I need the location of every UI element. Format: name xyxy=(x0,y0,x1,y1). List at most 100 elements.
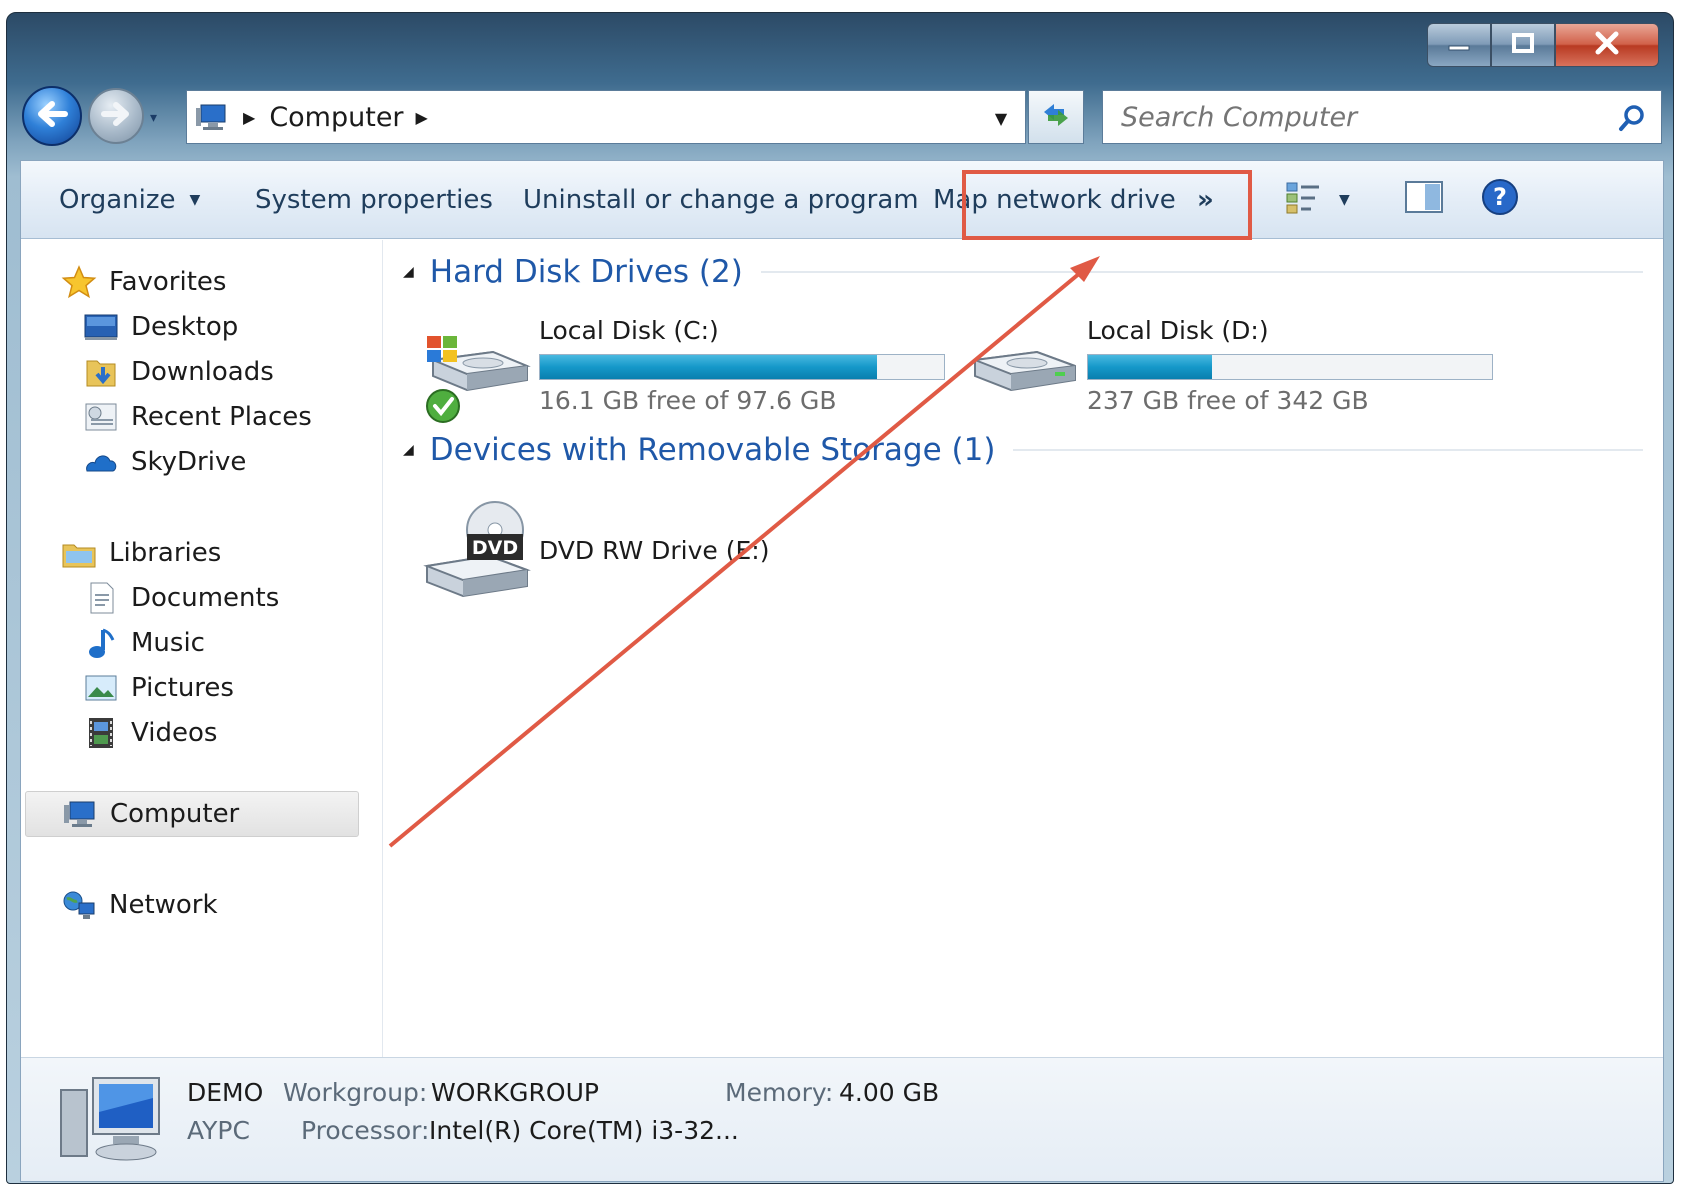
details-pane: DEMO AYPC Workgroup: WORKGROUP Memory: 4… xyxy=(21,1057,1663,1181)
drive-d[interactable]: Local Disk (D:) 237 GB free of 342 GB xyxy=(971,316,1511,426)
group-title: Hard Disk Drives (2) xyxy=(429,254,743,290)
change-view-icon xyxy=(1285,179,1325,222)
sidebar-item-libraries[interactable]: Libraries xyxy=(61,533,221,573)
address-dropdown-button[interactable]: ▼ xyxy=(983,101,1019,135)
sidebar-item-network[interactable]: Network xyxy=(61,885,218,925)
workgroup-label: Workgroup: xyxy=(283,1078,428,1107)
processor-label: Processor: xyxy=(301,1116,430,1145)
sidebar-item-label: Documents xyxy=(131,583,280,613)
sidebar-item-favorites[interactable]: Favorites xyxy=(61,262,226,302)
explorer-client-area: Organize ▼ System properties Uninstall o… xyxy=(20,160,1664,1182)
videos-icon xyxy=(83,716,119,750)
sidebar-item-label: Libraries xyxy=(109,538,222,568)
help-button[interactable]: ? xyxy=(1481,161,1519,239)
hard-drive-icon xyxy=(971,316,1081,426)
sidebar-item-videos[interactable]: Videos xyxy=(83,713,217,753)
search-box[interactable] xyxy=(1102,90,1662,144)
recent-places-icon xyxy=(83,400,119,434)
sidebar-item-label: Desktop xyxy=(131,312,239,342)
change-view-button[interactable]: ▼ xyxy=(1285,161,1350,239)
sidebar-item-label: Music xyxy=(131,628,205,658)
refresh-button[interactable] xyxy=(1028,90,1084,144)
address-location[interactable]: Computer xyxy=(269,102,403,133)
maximize-icon xyxy=(1511,32,1535,58)
organize-label: Organize xyxy=(59,185,176,215)
music-icon xyxy=(83,626,119,660)
computer-icon xyxy=(62,797,98,831)
sidebar-item-skydrive[interactable]: SkyDrive xyxy=(83,442,246,482)
downloads-icon xyxy=(83,355,119,389)
sidebar-item-label: SkyDrive xyxy=(131,447,247,477)
minimize-icon xyxy=(1447,36,1471,55)
forward-button[interactable] xyxy=(88,88,144,144)
sidebar-item-desktop[interactable]: Desktop xyxy=(83,307,238,347)
collapse-triangle-icon[interactable]: ◢ xyxy=(403,442,414,458)
system-drive-icon xyxy=(423,316,533,426)
search-icon[interactable] xyxy=(1617,103,1647,133)
collapse-triangle-icon[interactable]: ◢ xyxy=(403,264,414,280)
preview-pane-icon xyxy=(1405,180,1443,220)
capacity-bar xyxy=(539,354,945,380)
capacity-bar-fill xyxy=(540,355,878,379)
help-icon: ? xyxy=(1481,178,1519,223)
explorer-screenshot: ▾ ▶ Computer ▶ ▼ Organize ▼ System prope… xyxy=(0,0,1682,1185)
sidebar-item-label: Downloads xyxy=(131,357,274,387)
free-space-text: 237 GB free of 342 GB xyxy=(1087,386,1369,415)
computer-icon xyxy=(195,102,231,132)
drive-c[interactable]: Local Disk (C:) 16.1 GB free of 97.6 GB xyxy=(423,316,963,426)
group-header-hard-disk-drives[interactable]: ◢ Hard Disk Drives (2) xyxy=(403,250,1643,294)
user-name: AYPC xyxy=(187,1116,250,1145)
highlight-box xyxy=(962,170,1252,240)
computer-large-icon xyxy=(57,1072,169,1174)
group-divider xyxy=(760,271,1643,273)
sidebar-item-documents[interactable]: Documents xyxy=(83,578,279,618)
content-pane: ◢ Hard Disk Drives (2) Local Disk (C:) 1… xyxy=(385,240,1663,1057)
command-bar: Organize ▼ System properties Uninstall o… xyxy=(21,161,1663,239)
memory-label: Memory: xyxy=(725,1078,834,1107)
drive-name: Local Disk (C:) xyxy=(539,316,719,345)
preview-pane-button[interactable] xyxy=(1405,161,1443,239)
sidebar-item-recent-places[interactable]: Recent Places xyxy=(83,397,312,437)
maximize-button[interactable] xyxy=(1491,23,1555,67)
address-separator-trailing[interactable]: ▶ xyxy=(416,108,428,127)
skydrive-icon xyxy=(83,445,119,479)
back-button[interactable] xyxy=(22,86,82,146)
caption-buttons xyxy=(1427,23,1659,67)
pictures-icon xyxy=(83,671,119,705)
group-header-removable-storage[interactable]: ◢ Devices with Removable Storage (1) xyxy=(403,428,1643,472)
svg-text:?: ? xyxy=(1493,183,1507,211)
libraries-icon xyxy=(61,536,97,570)
address-bar[interactable]: ▶ Computer ▶ ▼ xyxy=(186,90,1026,144)
uninstall-program-button[interactable]: Uninstall or change a program xyxy=(523,161,919,239)
sidebar-item-label: Computer xyxy=(110,799,240,829)
group-divider xyxy=(1013,449,1643,451)
navigation-pane: Favorites Desktop Downloads Recent Place… xyxy=(21,240,383,1057)
drive-e[interactable]: DVD DVD RW Drive (E:) xyxy=(423,498,843,608)
close-button[interactable] xyxy=(1555,23,1659,67)
group-title: Devices with Removable Storage (1) xyxy=(429,432,996,468)
dvd-badge: DVD xyxy=(472,537,518,559)
network-icon xyxy=(61,888,97,922)
free-space-text: 16.1 GB free of 97.6 GB xyxy=(539,386,837,415)
sidebar-item-label: Videos xyxy=(131,718,218,748)
back-arrow-icon xyxy=(35,99,69,133)
refresh-icon xyxy=(1038,100,1074,134)
sidebar-item-pictures[interactable]: Pictures xyxy=(83,668,234,708)
workgroup-value: WORKGROUP xyxy=(431,1078,599,1107)
computer-name: DEMO xyxy=(187,1078,264,1107)
drive-name: DVD RW Drive (E:) xyxy=(539,536,770,565)
sidebar-item-computer[interactable]: Computer xyxy=(25,791,359,837)
dvd-drive-icon: DVD xyxy=(423,498,533,608)
recent-pages-dropdown[interactable]: ▾ xyxy=(150,110,166,126)
sidebar-item-label: Network xyxy=(109,890,218,920)
chevron-down-icon[interactable]: ▼ xyxy=(1339,192,1350,208)
organize-menu[interactable]: Organize ▼ xyxy=(59,161,200,239)
memory-value: 4.00 GB xyxy=(839,1078,940,1107)
minimize-button[interactable] xyxy=(1427,23,1491,67)
sidebar-item-downloads[interactable]: Downloads xyxy=(83,352,274,392)
address-separator[interactable]: ▶ xyxy=(243,108,255,127)
chevron-down-icon: ▼ xyxy=(189,192,201,208)
sidebar-item-music[interactable]: Music xyxy=(83,623,205,663)
search-input[interactable] xyxy=(1121,101,1591,133)
system-properties-button[interactable]: System properties xyxy=(255,161,493,239)
